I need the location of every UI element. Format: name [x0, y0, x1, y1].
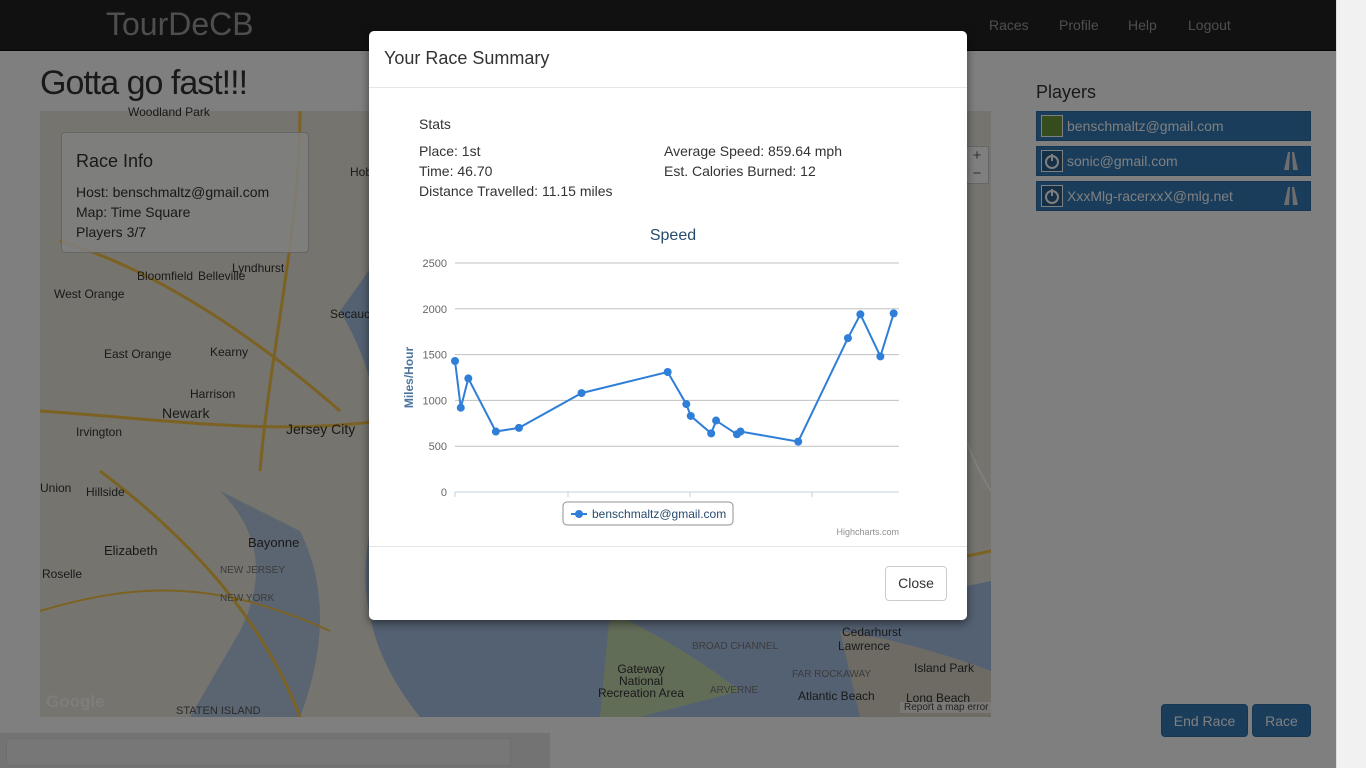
modal-header: Your Race Summary — [369, 31, 967, 88]
y-tick-label: 1000 — [423, 395, 447, 407]
y-tick-label: 1500 — [423, 350, 447, 362]
stat-time: Time: 46.70 — [419, 163, 493, 179]
y-tick-label: 0 — [441, 487, 447, 499]
data-point — [712, 416, 721, 425]
data-point — [686, 411, 695, 420]
chart-credit: Highcharts.com — [836, 527, 899, 537]
data-point — [876, 352, 885, 361]
data-point — [491, 427, 500, 436]
series-line — [454, 312, 895, 443]
y-tick-label: 2000 — [423, 304, 447, 316]
modal-title: Your Race Summary — [384, 48, 550, 68]
data-point — [663, 368, 672, 377]
race-summary-modal: Your Race Summary Stats Place: 1st Time:… — [369, 31, 967, 620]
speed-chart: Speed 0 500 1000 1500 2000 2500 Miles/Hour bensc… — [399, 221, 909, 546]
stat-average-speed: Average Speed: 859.64 mph — [664, 143, 842, 159]
data-point — [514, 423, 523, 432]
y-axis-label: Miles/Hour — [402, 347, 416, 409]
data-point — [707, 429, 716, 438]
data-point — [464, 374, 473, 383]
stats-heading: Stats — [419, 116, 451, 132]
data-point — [843, 334, 852, 343]
data-point — [451, 357, 459, 366]
y-tick-label: 2500 — [423, 258, 447, 270]
stat-distance: Distance Travelled: 11.15 miles — [419, 183, 613, 199]
y-tick-label: 500 — [429, 441, 447, 453]
legend-marker — [575, 510, 583, 518]
data-point — [856, 310, 865, 319]
chart-title: Speed — [650, 227, 696, 244]
stat-place: Place: 1st — [419, 143, 481, 159]
data-point — [577, 389, 586, 398]
data-point — [682, 400, 691, 409]
close-button[interactable]: Close — [885, 566, 947, 601]
data-point — [794, 437, 803, 446]
data-point — [736, 427, 745, 436]
stat-calories: Est. Calories Burned: 12 — [664, 163, 816, 179]
speed-chart-svg: Speed 0 500 1000 1500 2000 2500 Miles/Hour bensc… — [402, 227, 899, 537]
legend-item: benschmaltz@gmail.com — [592, 507, 726, 521]
modal-footer — [369, 546, 967, 621]
data-point — [889, 309, 898, 318]
data-point — [456, 403, 465, 412]
page-scrollbar[interactable] — [1336, 0, 1366, 768]
